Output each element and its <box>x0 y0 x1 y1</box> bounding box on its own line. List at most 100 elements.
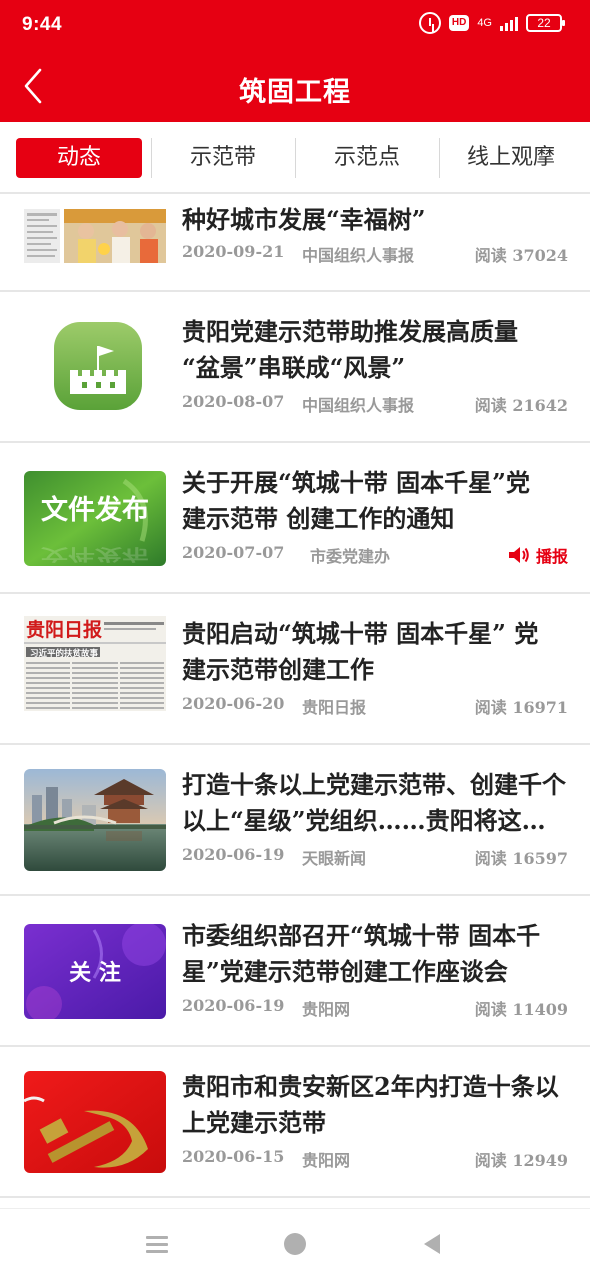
article-source: 中国组织人事报 <box>302 396 415 415</box>
article-meta: 2020-06-19 天眼新闻 阅读 16597 <box>182 845 568 868</box>
document-release-image: 文件发布 文件发布 <box>24 471 166 566</box>
tab-dongtai[interactable]: 动态 <box>16 138 142 178</box>
article-item[interactable]: 关 注 市委组织部召开“筑城十带 固本千 星”党建示范带创建工作座谈会 2020… <box>0 896 590 1047</box>
article-source: 市委党建办 <box>310 547 391 566</box>
home-button[interactable] <box>278 1227 312 1261</box>
thumb-newspaper-head: 贵阳日报 <box>26 618 102 641</box>
article-title: 市委组织部召开“筑城十带 固本千 星”党建示范带创建工作座谈会 <box>182 918 574 990</box>
article-date: 2020-06-15 <box>182 1147 285 1166</box>
article-title: 贵阳党建示范带助推发展高质量 “盆景”串联成“风景” <box>182 314 574 386</box>
article-source: 中国组织人事报 <box>302 246 415 265</box>
article-date: 2020-06-19 <box>182 845 285 864</box>
thumb-text-wenjian: 文件发布 <box>41 494 149 526</box>
article-source: 天眼新闻 <box>302 849 367 868</box>
menu-button[interactable] <box>140 1227 174 1261</box>
article-date: 2020-06-20 <box>182 694 285 713</box>
article-date: 2020-06-19 <box>182 996 285 1015</box>
article-thumbnail <box>24 1071 166 1173</box>
article-reads: 阅读 16971 <box>474 698 568 717</box>
title-bar: 筑固工程 <box>0 52 590 122</box>
city-pavilion-photo <box>24 769 166 871</box>
article-meta: 2020-06-19 贵阳网 阅读 11409 <box>182 996 568 1019</box>
tab-online-tour[interactable]: 线上观摩 <box>440 138 582 178</box>
article-title-line: “盆景”串联成“风景” <box>182 353 406 382</box>
article-date: 2020-09-21 <box>182 242 285 261</box>
article-reads: 阅读 11409 <box>474 1000 568 1019</box>
back-nav-button[interactable] <box>416 1227 450 1261</box>
article-source: 贵阳网 <box>302 1151 351 1170</box>
article-title: 贵阳启动“筑城十带 固本千星” 党 建示范带创建工作 <box>182 616 574 688</box>
app-header-bar: 9:44 HD 4G 22 筑固工程 <box>0 0 590 122</box>
article-reads: 阅读 12949 <box>474 1151 568 1170</box>
hd-badge: HD <box>448 15 470 31</box>
article-item[interactable]: 贵阳日报 习近平的扶贫故事 贵阳启动“筑城十带 固本千星” 党 建示范带创建工作 <box>0 594 590 745</box>
signal-icon <box>500 15 518 31</box>
article-title-line: 上党建示范带 <box>182 1108 326 1137</box>
article-item[interactable]: 打造十条以上党建示范带、创建千个 以上“星级”党组织……贵阳将这… 2020-0… <box>0 745 590 896</box>
category-tabs: 动态 示范带 示范点 线上观摩 <box>0 122 590 194</box>
article-item[interactable]: 贵阳市和贵安新区2年内打造十条以 上党建示范带 2020-06-15 贵阳网 阅… <box>0 1047 590 1198</box>
article-thumbnail: 关 注 <box>24 924 166 1019</box>
battery-icon: 22 <box>526 14 565 32</box>
article-title-line: 贵阳市和贵安新区2年内打造十条以 <box>182 1072 559 1101</box>
newspaper-image: 贵阳日报 习近平的扶贫故事 <box>24 616 166 711</box>
article-title: 种好城市发展“幸福树” <box>182 202 574 238</box>
article-item[interactable]: 贵阳党建示范带助推发展高质量 “盆景”串联成“风景” 2020-08-07 中国… <box>0 292 590 443</box>
article-meta: 2020-07-07 市委党建办 播报 <box>182 543 568 566</box>
article-title-line: 星”党建示范带创建工作座谈会 <box>182 957 508 986</box>
back-triangle-icon <box>424 1234 440 1254</box>
article-reads: 阅读 21642 <box>474 396 568 415</box>
article-date: 2020-08-07 <box>182 392 285 411</box>
article-thumbnail: 文件发布 文件发布 <box>24 471 166 566</box>
article-meta: 2020-08-07 中国组织人事报 阅读 21642 <box>182 392 568 415</box>
hammer-sickle-icon <box>24 1071 166 1173</box>
article-source: 贵阳日报 <box>302 698 367 717</box>
speaker-icon <box>508 547 529 563</box>
network-type: 4G <box>477 16 492 29</box>
tab-shifandian[interactable]: 示范点 <box>296 138 438 178</box>
article-item[interactable]: 文件发布 文件发布 关于开展“筑城十带 固本千星”党 建示范带 创建工作的通知 … <box>0 443 590 594</box>
article-title-line: 建示范带创建工作 <box>182 655 374 684</box>
article-thumbnail <box>24 769 166 871</box>
article-item[interactable]: 种好城市发展“幸福树” 2020-09-21 中国组织人事报 阅读 37024 <box>0 194 590 292</box>
article-title-line: 关于开展“筑城十带 固本千星”党 <box>182 468 530 497</box>
status-bar: 9:44 HD 4G 22 <box>0 0 590 52</box>
home-circle-icon <box>284 1233 306 1255</box>
article-title-line: 建示范带 创建工作的通知 <box>182 504 455 533</box>
broadcast-button[interactable]: 播报 <box>508 543 568 567</box>
svg-text:文件发布: 文件发布 <box>41 545 149 565</box>
thumb-text-guanzhu: 关 注 <box>69 960 121 986</box>
status-time: 9:44 <box>22 14 63 35</box>
article-meta: 2020-06-20 贵阳日报 阅读 16971 <box>182 694 568 717</box>
attention-banner-image: 关 注 <box>24 924 166 1019</box>
thumb-newspaper-sub: 习近平的扶贫故事 <box>30 648 99 659</box>
article-meta: 2020-09-21 中国组织人事报 阅读 37024 <box>182 242 568 265</box>
article-title-line: 贵阳启动“筑城十带 固本千星” 党 <box>182 619 539 648</box>
battery-level: 22 <box>537 16 551 30</box>
alarm-icon <box>418 12 441 34</box>
article-reads: 阅读 37024 <box>474 246 568 265</box>
article-thumbnail <box>24 320 166 415</box>
article-title-line: 打造十条以上党建示范带、创建千个 <box>182 770 566 799</box>
article-title-line: 市委组织部召开“筑城十带 固本千 <box>182 921 541 950</box>
page-title: 筑固工程 <box>239 77 351 108</box>
article-source: 贵阳网 <box>302 1000 351 1019</box>
article-title-line: 贵阳党建示范带助推发展高质量 <box>182 317 518 346</box>
article-date: 2020-07-07 <box>182 543 285 562</box>
article-title: 贵阳市和贵安新区2年内打造十条以 上党建示范带 <box>182 1069 574 1141</box>
article-title-line: 以上“星级”党组织……贵阳将这… <box>182 806 546 835</box>
article-title: 打造十条以上党建示范带、创建千个 以上“星级”党组织……贵阳将这… <box>182 767 574 839</box>
system-nav-bar <box>0 1208 590 1278</box>
article-thumbnail: 贵阳日报 习近平的扶贫故事 <box>24 616 166 711</box>
green-castle-flag-icon <box>54 322 142 410</box>
article-meta: 2020-06-15 贵阳网 阅读 12949 <box>182 1147 568 1170</box>
menu-icon <box>146 1236 168 1253</box>
broadcast-label: 播报 <box>535 547 568 566</box>
article-reads: 阅读 16597 <box>474 849 568 868</box>
article-thumbnail <box>24 209 166 263</box>
status-icons: HD 4G 22 <box>418 12 565 34</box>
newspaper-photo-image <box>24 209 166 263</box>
article-title-line: 种好城市发展“幸福树” <box>182 205 426 234</box>
article-title: 关于开展“筑城十带 固本千星”党 建示范带 创建工作的通知 <box>182 465 574 537</box>
tab-shifandai[interactable]: 示范带 <box>152 138 294 178</box>
